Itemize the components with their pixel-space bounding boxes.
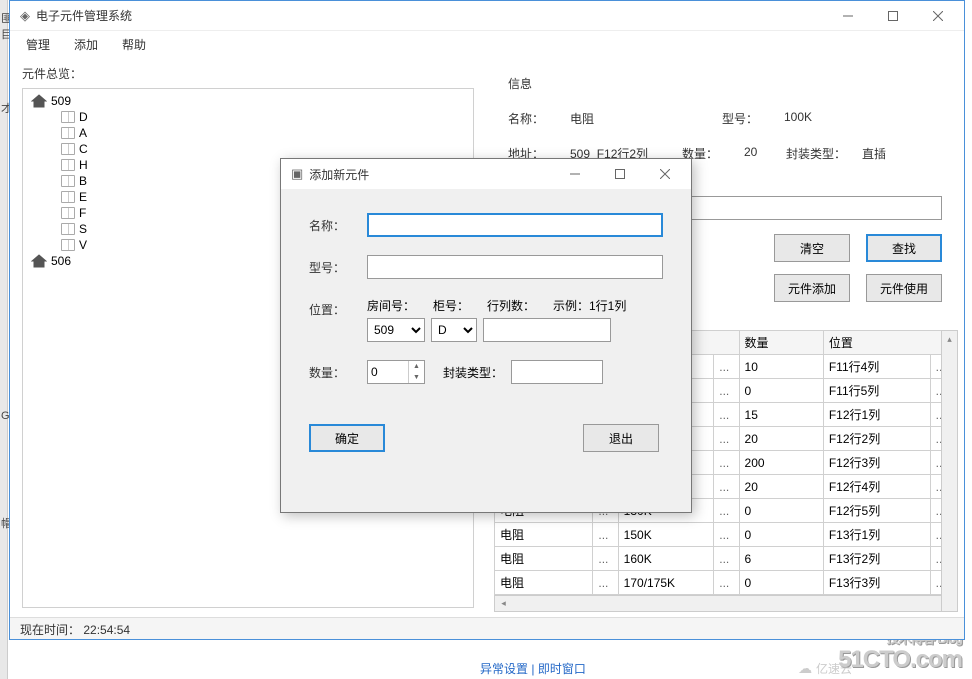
app-icon: ◈ bbox=[20, 8, 30, 24]
background-edge: 匪目 才 G 帽 bbox=[0, 0, 8, 679]
add-component-button[interactable]: 元件添加 bbox=[774, 274, 850, 302]
tree-label: 506 bbox=[51, 254, 71, 268]
horizontal-scrollbar[interactable]: ◂ ▸ bbox=[494, 595, 956, 612]
tree-node-D[interactable]: D bbox=[23, 109, 473, 125]
room-select[interactable]: 509 bbox=[367, 318, 425, 342]
rowcol-label: 行列数： bbox=[487, 297, 545, 314]
add-component-dialog: ▣ 添加新元件 名称： 型号： 位置： 房间号： 柜号： 行列数： 示例：1 bbox=[280, 158, 692, 513]
qty-label: 数量： bbox=[309, 364, 359, 381]
dialog-minimize-button[interactable] bbox=[552, 160, 597, 188]
leaf-icon bbox=[61, 127, 75, 139]
scroll-left-icon[interactable]: ◂ bbox=[495, 596, 512, 611]
statusbar: 现在时间： 22:54:54 bbox=[10, 617, 964, 639]
app-title: 电子元件管理系统 bbox=[36, 7, 825, 24]
leaf-icon bbox=[61, 143, 75, 155]
rowcol-input[interactable] bbox=[483, 318, 611, 342]
clear-button[interactable]: 清空 bbox=[774, 234, 850, 262]
pkg-label: 封装类型： bbox=[443, 364, 503, 381]
info-pkg-value: 直插 bbox=[862, 145, 942, 162]
leaf-icon bbox=[61, 223, 75, 235]
tree-node-509[interactable]: 509 bbox=[23, 93, 473, 109]
vertical-scrollbar[interactable]: ▴ bbox=[941, 330, 958, 612]
qty-input[interactable] bbox=[368, 361, 408, 383]
dialog-close-button[interactable] bbox=[642, 160, 687, 188]
name-input[interactable] bbox=[367, 213, 663, 237]
table-row[interactable]: 电阻...160K...6F13行2列... bbox=[495, 547, 956, 571]
cab-label: 柜号： bbox=[433, 297, 479, 314]
status-time-value: 22:54:54 bbox=[83, 623, 130, 637]
leaf-icon bbox=[61, 111, 75, 123]
maximize-button[interactable] bbox=[870, 2, 915, 30]
table-row[interactable]: 电阻...170/175K...0F13行3列... bbox=[495, 571, 956, 595]
th-loc[interactable]: 位置 bbox=[823, 331, 955, 355]
dialog-icon: ▣ bbox=[291, 166, 303, 182]
info-qty-value: 20 bbox=[744, 145, 774, 162]
close-button[interactable] bbox=[915, 2, 960, 30]
house-icon bbox=[31, 94, 47, 108]
menu-manage[interactable]: 管理 bbox=[18, 34, 58, 55]
info-title: 信息 bbox=[508, 75, 942, 92]
quantity-stepper[interactable]: ▲ ▼ bbox=[367, 360, 425, 384]
cabinet-select[interactable]: D bbox=[431, 318, 477, 342]
room-label: 房间号： bbox=[367, 297, 425, 314]
info-name-label: 名称： bbox=[508, 110, 558, 127]
leaf-icon bbox=[61, 207, 75, 219]
table-row[interactable]: 电阻...150K...0F13行1列... bbox=[495, 523, 956, 547]
tree-node-C[interactable]: C bbox=[23, 141, 473, 157]
info-name-value: 电阻 bbox=[570, 110, 710, 127]
model-input[interactable] bbox=[367, 255, 663, 279]
house-icon bbox=[31, 254, 47, 268]
dialog-maximize-button[interactable] bbox=[597, 160, 642, 188]
leaf-icon bbox=[61, 159, 75, 171]
dialog-title: 添加新元件 bbox=[309, 166, 552, 183]
watermark-yisu: ☁ 亿速云 bbox=[798, 660, 852, 677]
example-label: 示例：1行1列 bbox=[553, 297, 626, 314]
model-label: 型号： bbox=[309, 259, 359, 276]
leaf-icon bbox=[61, 239, 75, 251]
exit-button[interactable]: 退出 bbox=[583, 424, 659, 452]
qty-up-button[interactable]: ▲ bbox=[409, 361, 424, 372]
footer-link: 异常设置 | 即时窗口 bbox=[480, 660, 586, 677]
pkg-input[interactable] bbox=[511, 360, 603, 384]
use-component-button[interactable]: 元件使用 bbox=[866, 274, 942, 302]
name-label: 名称： bbox=[309, 217, 359, 234]
info-pkg-label: 封装类型： bbox=[786, 145, 850, 162]
leaf-icon bbox=[61, 175, 75, 187]
info-model-label: 型号： bbox=[722, 110, 772, 127]
loc-label: 位置： bbox=[309, 297, 359, 318]
tree-node-A[interactable]: A bbox=[23, 125, 473, 141]
leaf-icon bbox=[61, 191, 75, 203]
scroll-up-icon[interactable]: ▴ bbox=[942, 331, 957, 348]
menu-add[interactable]: 添加 bbox=[66, 34, 106, 55]
find-button[interactable]: 查找 bbox=[866, 234, 942, 262]
menu-help[interactable]: 帮助 bbox=[114, 34, 154, 55]
tree-header: 元件总览： bbox=[22, 65, 474, 82]
watermark-51cto: 51CTO.com bbox=[838, 646, 962, 674]
qty-down-button[interactable]: ▼ bbox=[409, 372, 424, 383]
ok-button[interactable]: 确定 bbox=[309, 424, 385, 452]
info-model-value: 100K bbox=[784, 110, 864, 127]
menubar: 管理 添加 帮助 bbox=[10, 31, 964, 57]
th-qty[interactable]: 数量 bbox=[739, 331, 823, 355]
status-time-label: 现在时间： bbox=[20, 623, 80, 637]
main-titlebar: ◈ 电子元件管理系统 bbox=[10, 1, 964, 31]
dialog-titlebar: ▣ 添加新元件 bbox=[281, 159, 691, 189]
tree-label: 509 bbox=[51, 94, 71, 108]
minimize-button[interactable] bbox=[825, 2, 870, 30]
